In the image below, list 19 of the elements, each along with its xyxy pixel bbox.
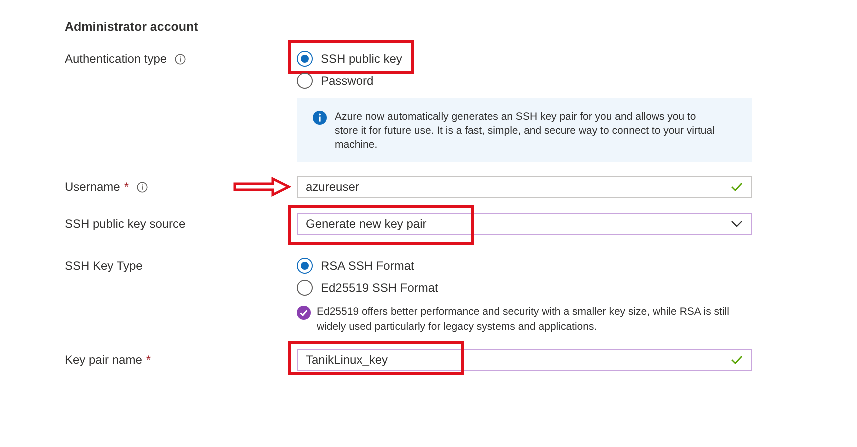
info-text: Azure now automatically generates an SSH key pair for you and allows you to store it for future use. It is a fast, simple, and secure way to connect to your virtual machine. (335, 110, 716, 152)
dropdown[interactable]: Generate new key pair (297, 213, 752, 235)
input-field[interactable]: azureuser (297, 176, 752, 198)
section-title: Administrator account (65, 19, 200, 36)
radio-option[interactable]: Ed25519 SSH Format (297, 279, 442, 297)
radio-option[interactable]: SSH public key (297, 50, 406, 68)
chevron-down-icon (731, 220, 743, 228)
field-label: Key pair name (65, 352, 142, 369)
field-label: Authentication type (65, 51, 168, 68)
field-label: SSH Key Type (65, 258, 143, 275)
radio-option[interactable]: RSA SSH Format (297, 257, 418, 275)
required-asterisk: * (124, 179, 130, 196)
info-icon (313, 111, 327, 125)
radio-option[interactable]: Password (297, 72, 378, 90)
required-asterisk: * (146, 352, 152, 369)
field-label: Username (65, 179, 120, 196)
field-label: SSH public key source (65, 216, 186, 233)
input-field[interactable]: TanikLinux_key (297, 349, 752, 371)
tip-text: Ed25519 offers better performance and security with a smaller key size, while RSA is still widely used particularly for legacy systems and applications. (317, 305, 730, 335)
